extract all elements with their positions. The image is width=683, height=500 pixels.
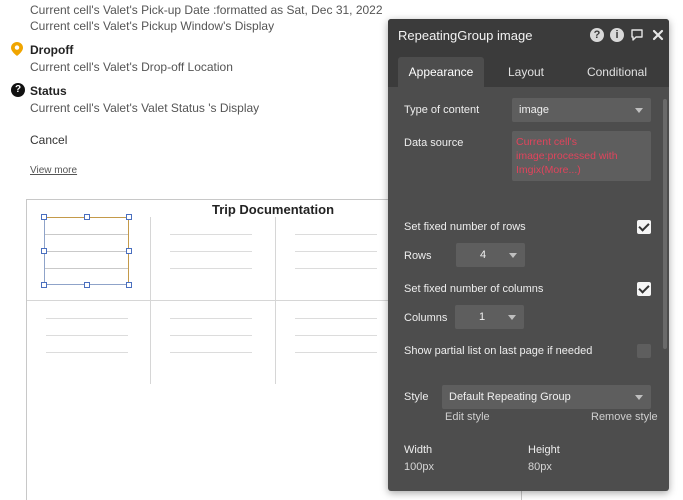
type-of-content-label: Type of content: [404, 104, 480, 116]
valet-status-text: Current cell's Valet's Valet Status 's D…: [30, 101, 260, 115]
fixed-rows-label: Set fixed number of rows: [404, 221, 526, 233]
columns-input[interactable]: 1: [455, 305, 524, 329]
height-value[interactable]: 80px: [528, 461, 552, 473]
tab-appearance[interactable]: Appearance: [398, 57, 484, 87]
data-source-value: Current cell's image:processed with Imgi…: [516, 136, 618, 176]
resize-handle[interactable]: [84, 214, 90, 220]
resize-handle[interactable]: [84, 282, 90, 288]
width-value[interactable]: 100px: [404, 461, 434, 473]
style-value: Default Repeating Group: [449, 391, 571, 403]
chevron-down-icon: [509, 253, 517, 258]
comment-icon[interactable]: [630, 28, 644, 42]
resize-handle[interactable]: [126, 248, 132, 254]
columns-value: 1: [479, 311, 486, 323]
cell-placeholder-line: [170, 234, 252, 235]
image-row-divider: [45, 251, 128, 252]
cell-placeholder-line: [46, 352, 128, 353]
data-source-expression[interactable]: Current cell's image:processed with Imgi…: [512, 131, 651, 181]
tab-layout[interactable]: Layout: [488, 57, 564, 87]
fixed-rows-checkbox[interactable]: [637, 220, 651, 234]
panel-tabs: Appearance Layout Conditional: [388, 53, 669, 87]
cell-placeholder-line: [170, 318, 252, 319]
cell-placeholder-line: [46, 335, 128, 336]
cell-placeholder-line: [170, 268, 252, 269]
rows-label: Rows: [404, 250, 432, 262]
panel-header[interactable]: RepeatingGroup image ? i: [388, 19, 669, 53]
data-source-label: Data source: [404, 137, 464, 149]
chevron-down-icon: [508, 315, 516, 320]
resize-handle[interactable]: [41, 214, 47, 220]
info-icon[interactable]: i: [610, 28, 624, 42]
cell-placeholder-line: [170, 335, 252, 336]
editor-canvas: Current cell's Valet's Pick-up Date :for…: [0, 0, 683, 500]
rows-input[interactable]: 4: [456, 243, 525, 267]
panel-title: RepeatingGroup image: [398, 28, 533, 43]
dropoff-heading: Dropoff: [30, 43, 74, 57]
cell-placeholder-line: [46, 318, 128, 319]
cell-placeholder-line: [295, 352, 377, 353]
chevron-down-icon: [635, 108, 643, 113]
style-label: Style: [404, 391, 429, 403]
pickup-window-text: Current cell's Valet's Pickup Window's D…: [30, 19, 275, 33]
fixed-columns-checkbox[interactable]: [637, 282, 651, 296]
remove-style-link[interactable]: Remove style: [591, 411, 658, 423]
resize-handle[interactable]: [126, 282, 132, 288]
width-label: Width: [404, 444, 433, 456]
tab-conditional[interactable]: Conditional: [570, 57, 664, 87]
rows-value: 4: [480, 249, 487, 261]
fixed-columns-label: Set fixed number of columns: [404, 283, 544, 295]
cell-placeholder-line: [170, 251, 252, 252]
height-label: Height: [528, 444, 560, 456]
cell-placeholder-line: [295, 318, 377, 319]
panel-scrollbar[interactable]: [663, 99, 667, 349]
chevron-down-icon: [635, 395, 643, 400]
close-icon[interactable]: [651, 28, 665, 42]
type-of-content-value: image: [519, 104, 549, 116]
pickup-date-text: Current cell's Valet's Pick-up Date :for…: [30, 3, 383, 17]
question-circle-icon: ?: [11, 83, 25, 97]
image-row-divider: [45, 234, 128, 235]
status-heading: Status: [30, 84, 67, 98]
location-pin-icon: [11, 42, 23, 56]
partial-list-label: Show partial list on last page if needed: [404, 345, 593, 357]
cancel-button[interactable]: Cancel: [30, 133, 67, 147]
resize-handle[interactable]: [41, 282, 47, 288]
cell-placeholder-line: [295, 234, 377, 235]
view-more-link[interactable]: View more: [30, 165, 77, 176]
type-of-content-dropdown[interactable]: image: [512, 98, 651, 122]
cell-placeholder-line: [295, 251, 377, 252]
columns-label: Columns: [404, 312, 448, 324]
cell-placeholder-line: [170, 352, 252, 353]
style-dropdown[interactable]: Default Repeating Group: [442, 385, 651, 409]
partial-list-checkbox[interactable]: [637, 344, 651, 358]
help-icon[interactable]: ?: [590, 28, 604, 42]
selected-image-repeating-group[interactable]: [44, 217, 129, 285]
cell-placeholder-line: [295, 268, 377, 269]
image-row-divider: [45, 268, 128, 269]
resize-handle[interactable]: [126, 214, 132, 220]
dropoff-location-text: Current cell's Valet's Drop-off Location: [30, 60, 233, 74]
edit-style-link[interactable]: Edit style: [445, 411, 490, 423]
resize-handle[interactable]: [41, 248, 47, 254]
property-editor-panel: RepeatingGroup image ? i Appearance Layo…: [388, 19, 669, 491]
cell-placeholder-line: [295, 335, 377, 336]
